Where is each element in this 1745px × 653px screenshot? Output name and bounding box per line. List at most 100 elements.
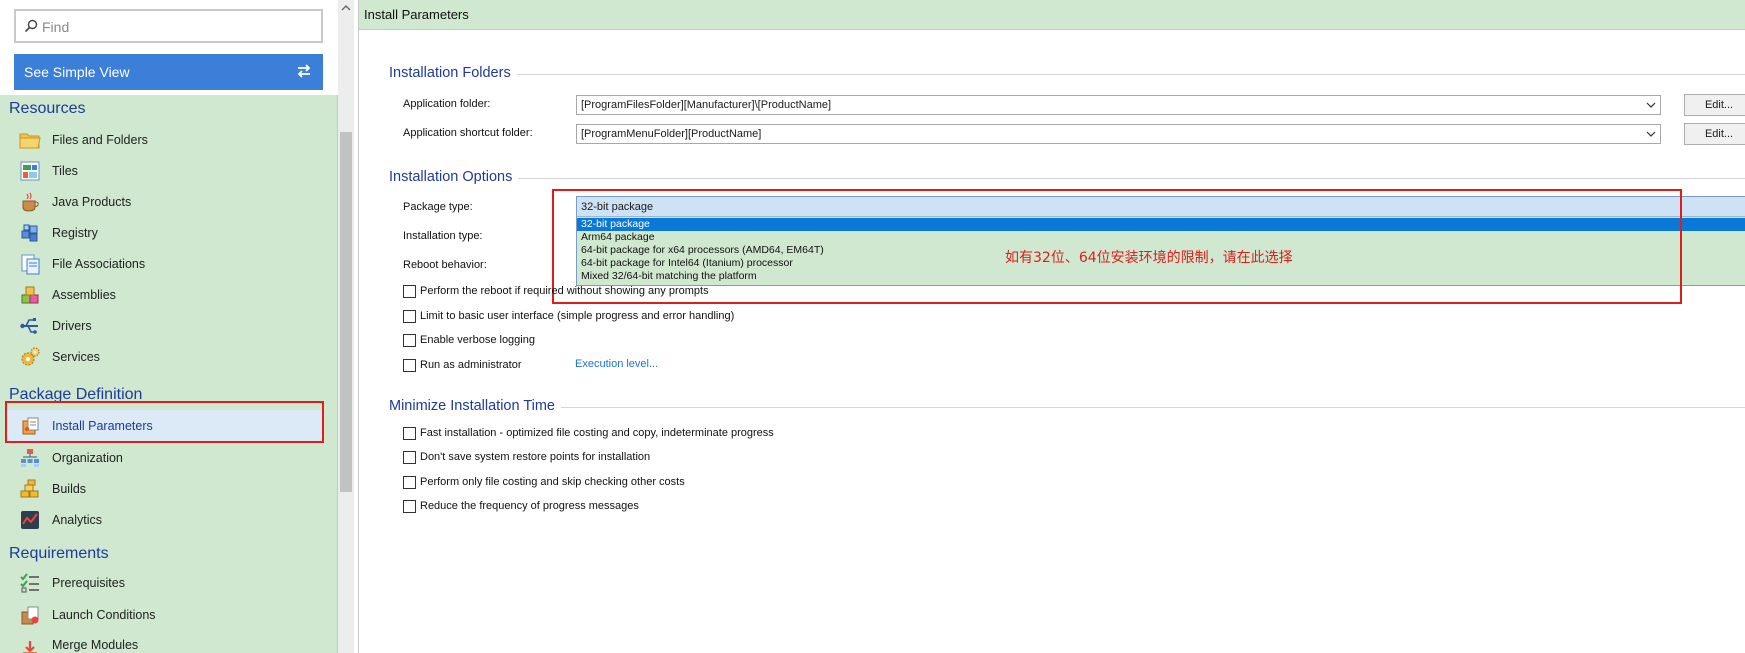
checkbox-label: Perform only file costing and skip check… bbox=[420, 476, 685, 488]
checkbox[interactable] bbox=[403, 284, 416, 298]
group-title-minimize-installation-time: Minimize Installation Time bbox=[389, 398, 561, 414]
application-folder-label: Application folder: bbox=[403, 98, 491, 110]
application-folder-value: [ProgramFilesFolder][Manufacturer]\[Prod… bbox=[581, 99, 832, 111]
sidebar-item-label: Java Products bbox=[52, 195, 132, 209]
file-association-icon bbox=[18, 252, 42, 276]
sidebar-item-label: Assemblies bbox=[52, 288, 116, 302]
usb-driver-icon bbox=[18, 314, 42, 338]
scroll-up-arrow-icon[interactable] bbox=[341, 3, 351, 13]
sidebar-item-builds[interactable]: Builds bbox=[6, 474, 322, 504]
checkbox[interactable] bbox=[403, 358, 416, 372]
package-type-option[interactable]: Mixed 32/64-bit matching the platform bbox=[577, 270, 1745, 283]
checkbox-label: Enable verbose logging bbox=[420, 334, 535, 346]
edit-application-folder-button[interactable]: Edit... bbox=[1684, 94, 1745, 116]
builds-bricks-icon bbox=[18, 477, 42, 501]
search-box[interactable] bbox=[14, 9, 323, 43]
sidebar-item-label: Install Parameters bbox=[52, 419, 153, 433]
sidebar-item-label: Launch Conditions bbox=[52, 608, 156, 622]
package-type-dropdown[interactable]: 32-bit package 32-bit package Arm64 pack… bbox=[576, 196, 1745, 286]
section-title-resources: Resources bbox=[9, 100, 86, 117]
checkbox-label: Don't save system restore points for ins… bbox=[420, 451, 651, 463]
checkbox-label: Perform the reboot if required without s… bbox=[420, 285, 709, 297]
prerequisites-checklist-icon bbox=[18, 571, 42, 595]
edit-application-shortcut-folder-button[interactable]: Edit... bbox=[1684, 123, 1745, 145]
sidebar-item-label: Analytics bbox=[52, 513, 103, 527]
group-divider bbox=[389, 74, 1745, 75]
tiles-icon bbox=[18, 159, 42, 183]
sidebar-item-label: Organization bbox=[52, 451, 123, 465]
annotation-note: 如有32位、64位安装环境的限制，请在此选择 bbox=[1005, 250, 1293, 266]
group-title-installation-options: Installation Options bbox=[389, 169, 519, 185]
checkbox-row-basic-ui[interactable]: Limit to basic user interface (simple pr… bbox=[403, 308, 734, 324]
analytics-chart-icon bbox=[18, 508, 42, 532]
sidebar-item-label: Registry bbox=[52, 226, 98, 240]
package-type-label: Package type: bbox=[403, 201, 473, 213]
checkbox-row-fast-installation[interactable]: Fast installation - optimized file costi… bbox=[403, 425, 774, 441]
java-cup-icon bbox=[18, 190, 42, 214]
checkbox-label: Run as administrator bbox=[420, 359, 522, 371]
search-icon bbox=[24, 19, 38, 33]
sidebar-item-launch-conditions[interactable]: Launch Conditions bbox=[6, 600, 322, 630]
application-shortcut-folder-combo[interactable]: [ProgramMenuFolder][ProductName] bbox=[576, 124, 1661, 144]
sidebar-item-label: File Associations bbox=[52, 257, 146, 271]
see-simple-view-button[interactable]: See Simple View bbox=[14, 54, 323, 90]
installation-type-label: Installation type: bbox=[403, 230, 483, 242]
sidebar: See Simple View Resources Files and Fold… bbox=[0, 0, 338, 653]
checkbox[interactable] bbox=[403, 499, 416, 513]
see-simple-view-label: See Simple View bbox=[24, 64, 130, 80]
sidebar-item-merge-modules[interactable]: Merge Modules bbox=[6, 632, 322, 653]
sidebar-item-assemblies[interactable]: Assemblies bbox=[6, 280, 322, 310]
assemblies-icon bbox=[18, 283, 42, 307]
execution-level-link[interactable]: Execution level... bbox=[575, 358, 658, 370]
folder-icon bbox=[18, 128, 42, 152]
checkbox-row-run-as-admin[interactable]: Run as administrator bbox=[403, 357, 522, 373]
sidebar-item-label: Merge Modules bbox=[52, 638, 139, 652]
sidebar-item-registry[interactable]: Registry bbox=[6, 218, 322, 248]
sidebar-item-install-parameters[interactable]: Install Parameters bbox=[6, 410, 322, 442]
registry-icon bbox=[18, 221, 42, 245]
sidebar-item-analytics[interactable]: Analytics bbox=[6, 505, 322, 535]
checkbox-row-verbose-logging[interactable]: Enable verbose logging bbox=[403, 332, 535, 348]
sidebar-item-file-associations[interactable]: File Associations bbox=[6, 249, 322, 279]
sidebar-item-organization[interactable]: Organization bbox=[6, 443, 322, 473]
sidebar-item-tiles[interactable]: Tiles bbox=[6, 156, 322, 186]
checkbox-label: Limit to basic user interface (simple pr… bbox=[420, 310, 735, 322]
application-shortcut-folder-value: [ProgramMenuFolder][ProductName] bbox=[581, 128, 762, 140]
checkbox-row-no-restore-points[interactable]: Don't save system restore points for ins… bbox=[403, 449, 650, 465]
application-shortcut-folder-label: Application shortcut folder: bbox=[403, 127, 533, 139]
chevron-down-icon[interactable] bbox=[1646, 100, 1656, 110]
swap-arrows-icon bbox=[297, 64, 311, 78]
sidebar-item-label: Services bbox=[52, 350, 100, 364]
sidebar-item-prerequisites[interactable]: Prerequisites bbox=[6, 568, 322, 598]
package-type-selected-value[interactable]: 32-bit package bbox=[577, 197, 1745, 217]
checkbox[interactable] bbox=[403, 475, 416, 489]
scrollbar-thumb[interactable] bbox=[340, 132, 352, 492]
sidebar-item-label: Tiles bbox=[52, 164, 78, 178]
install-package-icon bbox=[18, 414, 42, 438]
sidebar-item-services[interactable]: Services bbox=[6, 342, 322, 372]
group-divider bbox=[389, 407, 1745, 408]
checkbox-row-reboot-no-prompt[interactable]: Perform the reboot if required without s… bbox=[403, 283, 709, 299]
checkbox[interactable] bbox=[403, 450, 416, 464]
checkbox[interactable] bbox=[403, 333, 416, 347]
checkbox-row-file-costing-only[interactable]: Perform only file costing and skip check… bbox=[403, 474, 685, 490]
sidebar-item-java-products[interactable]: Java Products bbox=[6, 187, 322, 217]
sidebar-scrollbar[interactable] bbox=[338, 0, 354, 653]
group-divider bbox=[389, 178, 1745, 179]
checkbox[interactable] bbox=[403, 309, 416, 323]
reboot-behavior-label: Reboot behavior: bbox=[403, 259, 487, 271]
application-folder-combo[interactable]: [ProgramFilesFolder][Manufacturer]\[Prod… bbox=[576, 95, 1661, 115]
launch-conditions-icon bbox=[18, 603, 42, 627]
sidebar-item-label: Builds bbox=[52, 482, 87, 496]
package-type-option[interactable]: 32-bit package bbox=[577, 218, 1745, 231]
sidebar-item-drivers[interactable]: Drivers bbox=[6, 311, 322, 341]
gears-icon bbox=[18, 345, 42, 369]
package-type-option[interactable]: Arm64 package bbox=[577, 231, 1745, 244]
chevron-down-icon[interactable] bbox=[1646, 129, 1656, 139]
checkbox-row-reduce-progress-messages[interactable]: Reduce the frequency of progress message… bbox=[403, 498, 639, 514]
checkbox[interactable] bbox=[403, 426, 416, 440]
search-input[interactable] bbox=[42, 17, 312, 37]
sidebar-top: See Simple View bbox=[0, 0, 338, 95]
page-title: Install Parameters bbox=[359, 0, 1745, 30]
sidebar-item-files-and-folders[interactable]: Files and Folders bbox=[6, 125, 322, 155]
